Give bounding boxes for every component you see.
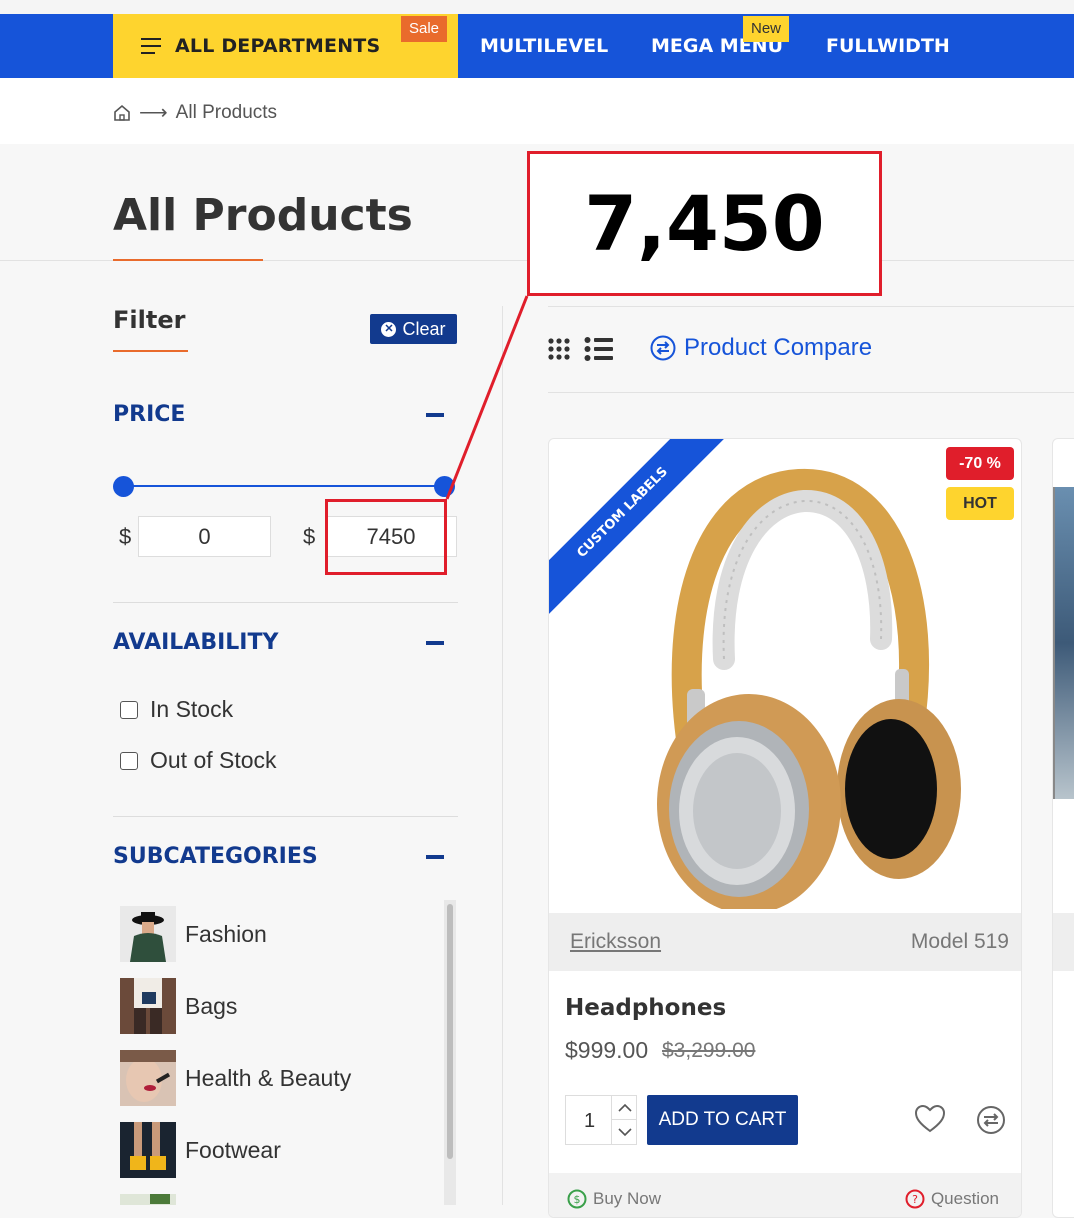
- home-icon[interactable]: [113, 104, 131, 122]
- hot-badge: HOT: [946, 487, 1014, 520]
- subcategory-item-footwear[interactable]: Footwear: [120, 1122, 281, 1178]
- product-name[interactable]: Headphones: [565, 995, 726, 1021]
- out-of-stock-label: Out of Stock: [150, 747, 277, 773]
- out-of-stock-checkbox[interactable]: [120, 751, 138, 770]
- price-slider-max-handle[interactable]: [434, 476, 455, 497]
- model-label: Model 519: [910, 930, 1009, 953]
- price-slider-track[interactable]: [123, 485, 445, 487]
- max-price-highlight-box: [325, 499, 447, 575]
- toolbar-bottom-border: [548, 392, 1074, 393]
- title-accent-line: [113, 259, 263, 261]
- bags-thumbnail: [120, 978, 176, 1034]
- quantity-value[interactable]: 1: [584, 1110, 595, 1133]
- subcategory-item-bags[interactable]: Bags: [120, 978, 237, 1034]
- grid-view-icon[interactable]: [547, 337, 571, 361]
- subcategory-item-fashion[interactable]: Fashion: [120, 906, 267, 962]
- custom-labels-ribbon: CUSTOM LABELS: [549, 439, 749, 639]
- list-view-icon[interactable]: [584, 336, 614, 362]
- svg-text:$: $: [574, 1193, 581, 1206]
- breadcrumb: ⟶ All Products: [113, 100, 277, 125]
- add-to-cart-button[interactable]: ADD TO CART: [647, 1095, 798, 1145]
- new-badge: New: [743, 16, 790, 42]
- subcategories-collapse-icon[interactable]: [426, 855, 444, 859]
- buy-now-label: Buy Now: [593, 1189, 662, 1208]
- availability-collapse-icon[interactable]: [426, 641, 444, 645]
- section-divider: [113, 816, 458, 817]
- heart-icon[interactable]: [915, 1105, 945, 1133]
- main-navbar: ALL DEPARTMENTS Sale MULTILEVEL MEGA MEN…: [0, 14, 1074, 78]
- chevron-down-icon[interactable]: [611, 1120, 637, 1144]
- menu-icon: [141, 38, 161, 54]
- subcategories-section-title: SUBCATEGORIES: [113, 844, 318, 869]
- question-circle-icon: ?: [905, 1189, 925, 1209]
- question-label: Question: [930, 1189, 999, 1208]
- subcategory-label: Fashion: [185, 920, 267, 947]
- product-old-price: $3,299.00: [662, 1039, 756, 1062]
- price-collapse-icon[interactable]: [426, 413, 444, 417]
- card-footer: $ Buy Now ? Question: [549, 1173, 1021, 1217]
- sale-badge: Sale: [401, 16, 448, 42]
- nav-link-fullwidth[interactable]: FULLWIDTH: [826, 14, 950, 78]
- callout-value: 7,450: [584, 179, 825, 268]
- next-product-card[interactable]: [1052, 438, 1074, 1218]
- close-circle-icon: ✕: [381, 321, 397, 337]
- subcategory-label: Bags: [185, 992, 238, 1019]
- nav-link-multilevel[interactable]: MULTILEVEL: [480, 14, 608, 78]
- product-price: $999.00: [565, 1037, 649, 1063]
- breadcrumb-arrow-icon: ⟶: [139, 102, 168, 124]
- page-title: All Products: [113, 190, 413, 241]
- compare-icon[interactable]: [976, 1105, 1006, 1135]
- filter-accent-line: [113, 350, 188, 352]
- subcategory-item-health-beauty[interactable]: Health & Beauty: [120, 1050, 351, 1106]
- toolbar-top-border: [548, 306, 1074, 307]
- min-currency-symbol: $: [119, 524, 132, 549]
- health-beauty-thumbnail: [120, 1050, 176, 1106]
- product-meta-row: Ericksson Model 519: [549, 913, 1021, 971]
- all-departments-label: ALL DEPARTMENTS: [175, 35, 381, 57]
- in-stock-checkbox[interactable]: [120, 700, 138, 719]
- subcategory-item-next[interactable]: [120, 1194, 185, 1205]
- content-divider: [502, 306, 503, 1205]
- filter-title: Filter: [113, 306, 186, 334]
- subcategory-label: Footwear: [185, 1136, 281, 1163]
- out-of-stock-option[interactable]: Out of Stock: [120, 747, 277, 774]
- fashion-thumbnail: [120, 906, 176, 962]
- product-compare-link[interactable]: Product Compare: [650, 334, 872, 362]
- buy-now-link[interactable]: $ Buy Now: [567, 1189, 661, 1209]
- quantity-stepper[interactable]: 1: [565, 1095, 637, 1145]
- value-callout: 7,450: [527, 151, 882, 296]
- max-currency-symbol: $: [303, 524, 316, 549]
- svg-text:?: ?: [912, 1193, 918, 1206]
- clear-filter-button[interactable]: ✕ Clear: [370, 314, 457, 344]
- breadcrumb-current: All Products: [175, 101, 278, 123]
- discount-badge: -70 %: [946, 447, 1014, 480]
- compare-icon: [650, 335, 676, 361]
- price-section-title: PRICE: [113, 402, 186, 427]
- question-link[interactable]: ? Question: [905, 1189, 999, 1209]
- chevron-up-icon[interactable]: [611, 1096, 637, 1120]
- top-strip: [0, 0, 1074, 14]
- subcategory-list: Fashion Bags Health & Beauty Footwear: [113, 900, 458, 1205]
- in-stock-option[interactable]: In Stock: [120, 696, 233, 723]
- subcategory-label: Health & Beauty: [185, 1064, 352, 1091]
- breadcrumb-bar: ⟶ All Products: [0, 78, 1074, 144]
- min-price-input[interactable]: [138, 516, 271, 557]
- dollar-circle-icon: $: [567, 1189, 587, 1209]
- product-compare-label: Product Compare: [684, 334, 873, 361]
- brand-link[interactable]: Ericksson: [570, 930, 661, 954]
- next-product-image[interactable]: [1053, 487, 1074, 799]
- in-stock-label: In Stock: [150, 696, 234, 722]
- availability-section-title: AVAILABILITY: [113, 630, 279, 655]
- footwear-thumbnail: [120, 1122, 176, 1178]
- next-product-meta-row: [1053, 913, 1074, 971]
- section-divider: [113, 602, 458, 603]
- subcategory-thumbnail: [120, 1194, 176, 1205]
- subcategory-scrollbar-thumb[interactable]: [447, 904, 453, 1159]
- clear-label: Clear: [402, 318, 446, 339]
- price-slider-min-handle[interactable]: [113, 476, 134, 497]
- product-card[interactable]: CUSTOM LABELS -70 % HOT Ericksson Model …: [548, 438, 1022, 1218]
